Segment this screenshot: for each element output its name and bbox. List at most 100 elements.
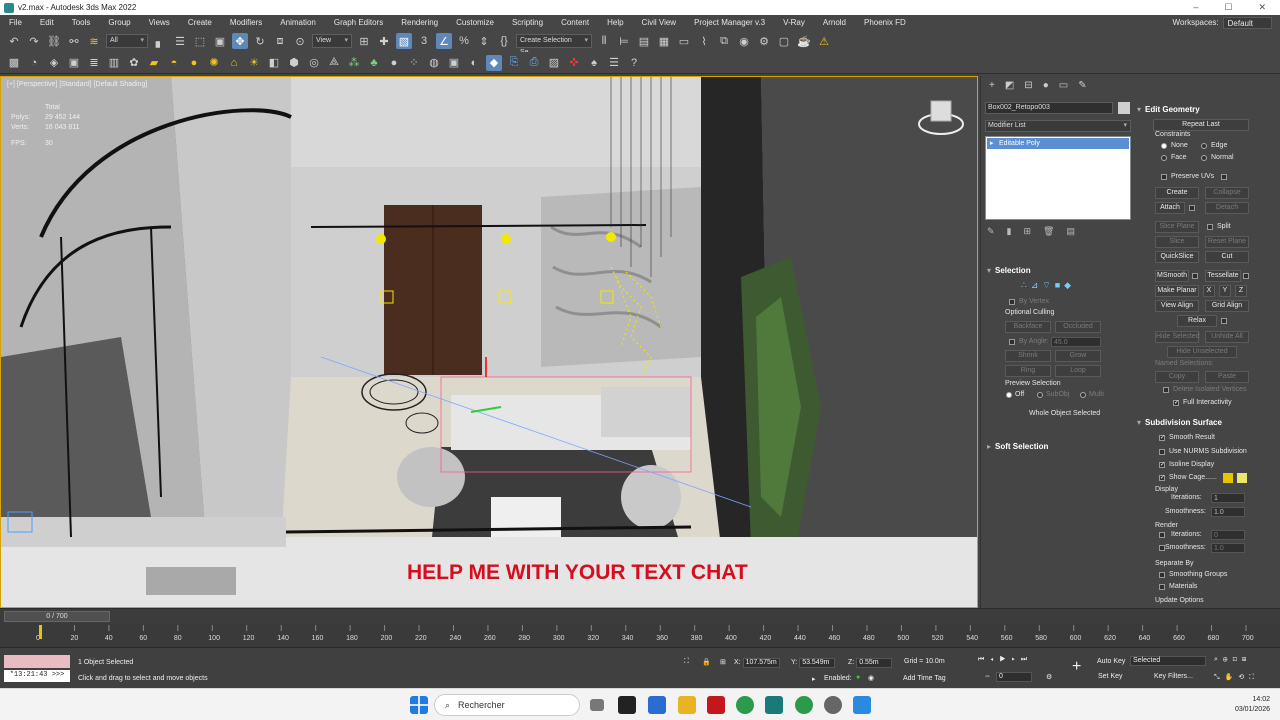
percent-snap-icon[interactable]: % <box>456 33 472 49</box>
unlink-icon[interactable]: ⚯ <box>66 33 82 49</box>
start-menu-icon[interactable] <box>410 696 428 714</box>
rendered-frame-icon[interactable]: ▢ <box>776 33 792 49</box>
current-frame-marker[interactable] <box>39 625 42 639</box>
attach-button[interactable]: Attach <box>1155 202 1185 214</box>
menu-vray[interactable]: V-Ray <box>783 18 805 27</box>
preserve-uvs-checkbox[interactable] <box>1161 174 1167 180</box>
hide-unselected-button[interactable]: Hide Unselected <box>1167 346 1237 358</box>
bind-space-warp-icon[interactable]: ≋ <box>86 33 102 49</box>
chrome-icon[interactable] <box>736 696 754 714</box>
acrobat-icon[interactable] <box>707 696 725 714</box>
repeat-last-button[interactable]: Repeat Last <box>1153 119 1249 131</box>
selection-rollout-header[interactable]: Selection <box>987 264 1031 276</box>
materials-checkbox[interactable] <box>1159 584 1165 590</box>
preview-multi-radio[interactable] <box>1080 392 1086 398</box>
angle-snap-icon[interactable]: ∠ <box>436 33 452 49</box>
stack-item-editable-poly[interactable]: Editable Poly <box>987 138 1129 149</box>
copy-button[interactable]: Copy <box>1155 371 1199 383</box>
selection-filter-dropdown[interactable]: All <box>106 34 148 48</box>
menu-modifiers[interactable]: Modifiers <box>230 18 262 27</box>
vray-toolbar-icon[interactable]: ▨ <box>546 55 562 71</box>
scene-explorer-icon[interactable]: ▤ <box>636 33 652 49</box>
paste-button[interactable]: Paste <box>1205 371 1249 383</box>
menu-views[interactable]: Views <box>149 18 170 27</box>
split-checkbox[interactable] <box>1207 224 1213 230</box>
grid-align-button[interactable]: Grid Align <box>1205 300 1249 312</box>
unhide-all-button[interactable]: Unhide All <box>1205 331 1249 343</box>
layer-explorer-icon[interactable]: ▦ <box>656 33 672 49</box>
window-crossing-icon[interactable]: ▣ <box>212 33 228 49</box>
smooth-result-checkbox[interactable]: ✓ <box>1159 435 1165 441</box>
maxscript-listener[interactable] <box>4 655 70 668</box>
collapse-button[interactable]: Collapse <box>1205 187 1249 199</box>
vray-ies-light-icon[interactable]: ✺ <box>206 55 222 71</box>
move-icon[interactable]: ✥ <box>232 33 248 49</box>
menu-rendering[interactable]: Rendering <box>401 18 438 27</box>
backface-button[interactable]: Backface <box>1005 321 1051 333</box>
cage-color-2-swatch[interactable] <box>1237 473 1247 483</box>
vray-camera-icon[interactable]: ▣ <box>66 55 82 71</box>
menu-scripting[interactable]: Scripting <box>512 18 543 27</box>
by-vertex-checkbox[interactable] <box>1009 299 1015 305</box>
rect-selection-icon[interactable]: ⬚ <box>192 33 208 49</box>
undo-icon[interactable]: ↶ <box>6 33 22 49</box>
menu-file[interactable]: File <box>9 18 22 27</box>
preserve-uvs-settings-icon[interactable] <box>1221 174 1227 180</box>
menu-help[interactable]: Help <box>607 18 623 27</box>
smoothing-groups-checkbox[interactable] <box>1159 572 1165 578</box>
select-by-name-icon[interactable]: ☰ <box>172 33 188 49</box>
warning-icon[interactable]: ⚠ <box>816 33 832 49</box>
enabled-status-icon[interactable]: ● <box>856 674 860 681</box>
full-interactivity-checkbox[interactable]: ✓ <box>1173 400 1179 406</box>
vray-light-icon[interactable]: ◈ <box>46 55 62 71</box>
menu-edit[interactable]: Edit <box>40 18 54 27</box>
slice-plane-button[interactable]: Slice Plane <box>1155 221 1199 233</box>
align-icon[interactable]: ⊨ <box>616 33 632 49</box>
relax-settings-icon[interactable] <box>1221 318 1227 324</box>
isolate-icon[interactable]: ⛶ <box>684 658 689 666</box>
by-angle-checkbox[interactable] <box>1009 339 1015 345</box>
reset-plane-button[interactable]: Reset Plane <box>1205 236 1249 248</box>
vray-frame-buffer-icon[interactable]: ▩ <box>6 55 22 71</box>
slice-button[interactable]: Slice <box>1155 236 1199 248</box>
forest-icon[interactable]: ♠ <box>586 55 602 71</box>
vray-logo-icon[interactable]: ◐ <box>466 55 482 71</box>
store-icon[interactable] <box>648 696 666 714</box>
display-smoothness-spinner[interactable]: 1.0 <box>1211 507 1245 517</box>
3dsmax-icon[interactable] <box>765 696 783 714</box>
vray-geometry-icon[interactable]: ⬢ <box>286 55 302 71</box>
selection-lock-icon[interactable]: 🔒 <box>702 658 711 666</box>
reference-coordinate-dropdown[interactable]: View <box>312 34 352 48</box>
msmooth-settings-icon[interactable] <box>1192 273 1198 279</box>
minimize-button[interactable]: – <box>1193 2 1198 13</box>
viewport-label[interactable]: [+] [Perspective] [Standard] [Default Sh… <box>7 81 147 88</box>
by-angle-spinner[interactable]: 45.0 <box>1051 337 1101 347</box>
material-editor-icon[interactable]: ◉ <box>736 33 752 49</box>
pin-stack-icon[interactable]: ✎ <box>987 226 995 237</box>
phoenix-icon[interactable]: ✜ <box>566 55 582 71</box>
planar-y-button[interactable]: Y <box>1219 285 1231 297</box>
spinner-snap-icon[interactable]: ⇕ <box>476 33 492 49</box>
vray-sphere-icon[interactable]: ● <box>386 55 402 71</box>
task-view-icon[interactable] <box>590 699 604 711</box>
workspaces-dropdown[interactable]: Default <box>1222 16 1272 29</box>
chaos-cosmos-icon[interactable]: ◆ <box>486 54 502 71</box>
snap-toggle-icon[interactable]: 3 <box>416 33 432 49</box>
track-bar[interactable]: 0 20 40 60 80 100 120 140 160 180 200 220 240 260 280 3… <box>0 623 1280 648</box>
mirror-icon[interactable]: ⫴ <box>596 33 612 49</box>
menu-project-manager[interactable]: Project Manager v.3 <box>694 18 765 27</box>
vray-fur-icon[interactable]: ✿ <box>126 55 142 71</box>
use-nurms-checkbox[interactable] <box>1159 449 1165 455</box>
modifier-list-dropdown[interactable]: Modifier List <box>985 120 1131 132</box>
pivot-center-icon[interactable]: ⊞ <box>356 33 372 49</box>
object-name-field[interactable]: Box002_Retopo003 <box>985 102 1113 114</box>
vray-volume-icon[interactable]: ⁘ <box>406 55 422 71</box>
detach-button[interactable]: Detach <box>1205 202 1249 214</box>
ring-button[interactable]: Ring <box>1005 365 1051 377</box>
system-clock[interactable]: 14:02 03/01/2026 <box>1235 695 1270 715</box>
menu-customize[interactable]: Customize <box>456 18 494 27</box>
remove-modifier-icon[interactable]: 🗑 <box>1043 226 1054 237</box>
planar-z-button[interactable]: Z <box>1235 285 1247 297</box>
msmooth-button[interactable]: MSmooth <box>1155 270 1189 282</box>
rotate-icon[interactable]: ↻ <box>252 33 268 49</box>
